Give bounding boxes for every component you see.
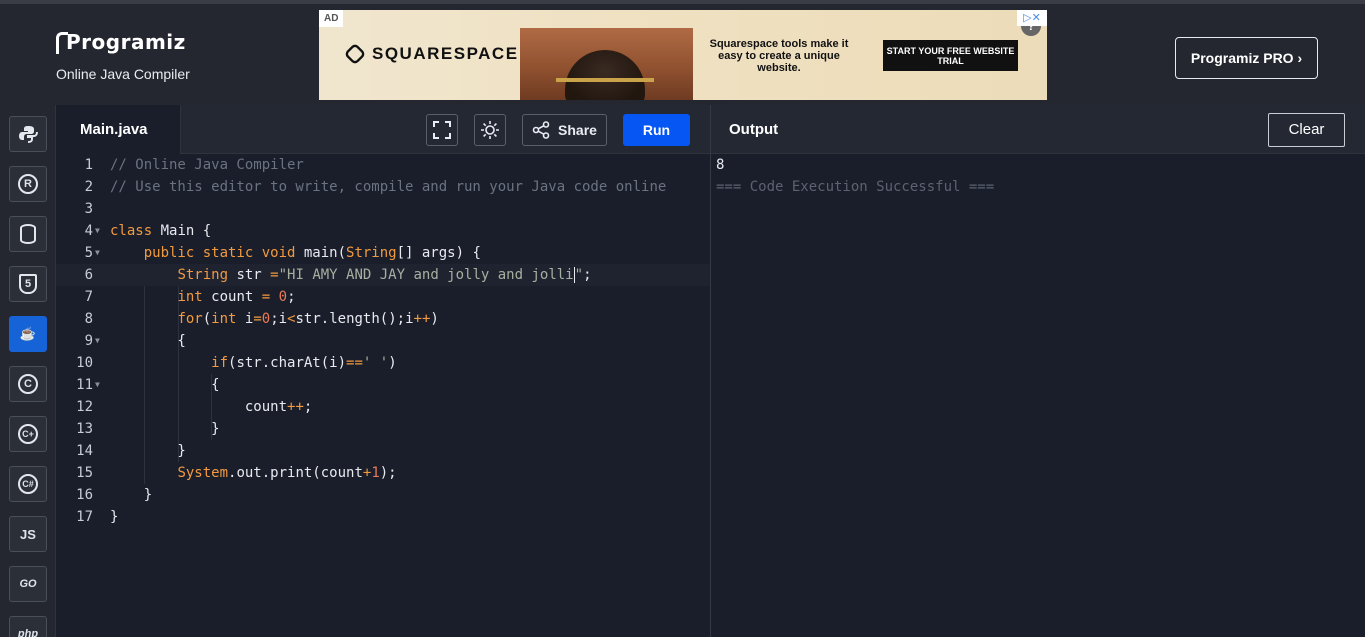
html5-icon-label: 5	[19, 274, 37, 294]
code-comment: // Online Java Compiler	[110, 157, 304, 173]
code-line: 10 if(str.charAt(i)==' ')	[76, 355, 397, 371]
brand-name: Programiz	[66, 30, 186, 54]
c-icon[interactable]: C	[9, 366, 47, 402]
sun-icon	[481, 121, 499, 139]
output-header: Output Clear	[711, 105, 1365, 154]
advertisement-banner[interactable]: AD SQUARESPACE Squarespace tools make it…	[319, 10, 1047, 100]
code-line: 14 }	[76, 443, 186, 459]
code-line: 12 count++;	[76, 399, 313, 415]
database-icon[interactable]	[9, 216, 47, 252]
squarespace-logo-icon	[343, 42, 367, 66]
ad-product-photo	[520, 28, 693, 100]
editor-toolbar: Main.java Share Run	[56, 105, 710, 154]
top-header: Programiz Online Java Compiler AD SQUARE…	[0, 0, 1365, 105]
code-comment: // Use this editor to write, compile and…	[110, 179, 667, 195]
code-line: 4 ▼ class Main {	[56, 220, 710, 242]
code-line: 8 for(int i=0;i<str.length();i++)	[84, 311, 439, 327]
programiz-logo-mark	[56, 32, 68, 54]
code-line-active: 6 String str ="HI AMY AND JAY and jolly …	[56, 264, 710, 286]
fold-arrow-icon[interactable]: ▼	[95, 220, 100, 242]
execution-status: === Code Execution Successful ===	[716, 179, 995, 195]
theme-toggle-button[interactable]	[474, 114, 506, 146]
output-title: Output	[729, 121, 779, 138]
tab-main-java[interactable]: Main.java	[56, 105, 181, 154]
html5-icon[interactable]: 5	[9, 266, 47, 302]
code-line: 3	[84, 201, 93, 217]
java-icon-label: ☕	[19, 326, 37, 341]
fold-arrow-icon[interactable]: ▼	[95, 374, 100, 396]
code-line: 7 int count = 0;	[84, 289, 296, 305]
go-icon-label: GO	[19, 578, 37, 590]
code-line: 5 ▼ public static void main(String[] args…	[56, 242, 710, 264]
fold-arrow-icon[interactable]: ▼	[95, 242, 100, 264]
c-icon-label: C	[18, 374, 38, 394]
r-icon-label: R	[18, 174, 38, 194]
programiz-logo[interactable]: Programiz	[56, 26, 190, 54]
code-line: 1 // Online Java Compiler	[84, 157, 304, 173]
code-line: 2 // Use this editor to write, compile a…	[84, 179, 667, 195]
run-button[interactable]: Run	[623, 114, 690, 146]
programiz-pro-button[interactable]: Programiz PRO ›	[1175, 37, 1318, 79]
php-icon-label: php	[17, 628, 39, 637]
cpp-icon[interactable]: C+	[9, 416, 47, 452]
brand[interactable]: Programiz Online Java Compiler	[56, 26, 190, 82]
csharp-icon[interactable]: C#	[9, 466, 47, 502]
code-line: 11 ▼ {	[56, 374, 710, 396]
code-line: 9 ▼ {	[56, 330, 710, 352]
clear-button[interactable]: Clear	[1268, 113, 1345, 147]
language-sidebar: R 5 ☕ C C+ C# JS GO php	[0, 105, 56, 637]
python-icon[interactable]	[9, 116, 47, 152]
code-line: 16 }	[76, 487, 153, 503]
java-icon[interactable]: ☕	[9, 316, 47, 352]
code-line: 13 }	[76, 421, 220, 437]
cpp-icon-label: C+	[18, 424, 38, 444]
ad-cta-button[interactable]: START YOUR FREE WEBSITE TRIAL	[883, 40, 1018, 71]
code-line: 17 }	[76, 509, 119, 525]
code-line: 15 System.out.print(count+1);	[76, 465, 397, 481]
ad-badge: AD	[319, 10, 344, 27]
ad-copy: Squarespace tools make it easy to create…	[709, 38, 849, 74]
vase-image	[565, 50, 645, 100]
fullscreen-button[interactable]	[426, 114, 458, 146]
csharp-icon-label: C#	[18, 474, 38, 494]
share-icon	[532, 121, 550, 139]
go-icon[interactable]: GO	[9, 566, 47, 602]
advertiser-name: SQUARESPACE	[372, 44, 519, 63]
squarespace-logo: SQUARESPACE	[343, 42, 519, 66]
ad-close-icon[interactable]: ▷✕	[1017, 10, 1047, 26]
fold-arrow-icon[interactable]: ▼	[95, 330, 100, 352]
share-label: Share	[558, 122, 597, 138]
share-button[interactable]: Share	[522, 114, 607, 146]
output-console[interactable]: 8 === Code Execution Successful ===	[711, 154, 1365, 637]
page-subtitle: Online Java Compiler	[56, 66, 190, 82]
bracelet-image	[556, 78, 654, 82]
r-icon[interactable]: R	[9, 166, 47, 202]
text-cursor	[573, 267, 575, 283]
php-icon[interactable]: php	[9, 616, 47, 637]
js-icon-label: JS	[20, 526, 36, 542]
js-icon[interactable]: JS	[9, 516, 47, 552]
output-result: 8	[716, 157, 725, 173]
code-editor[interactable]: 1 // Online Java Compiler 2 // Use this …	[56, 154, 710, 637]
fullscreen-icon	[433, 121, 451, 139]
